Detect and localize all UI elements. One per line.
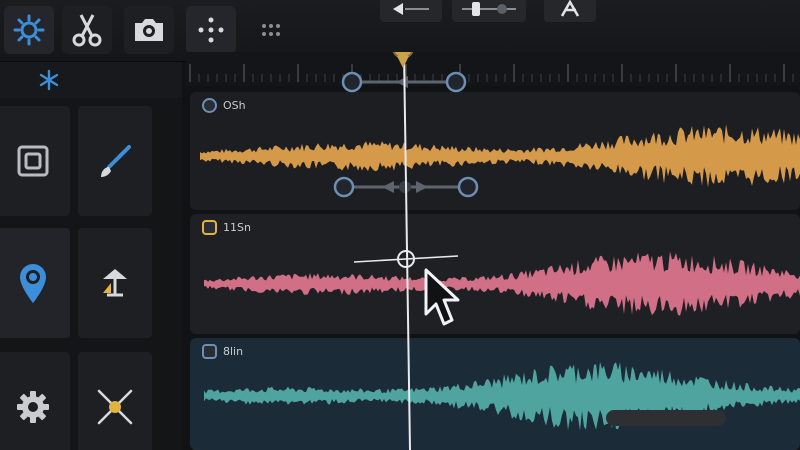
fader-icon [462,2,516,16]
edit-overlay [333,52,479,450]
location-pin-tool[interactable] [0,228,70,338]
camera-icon [135,19,163,41]
dots-tool-button[interactable] [246,6,296,54]
scissors-tool-button[interactable] [62,6,112,54]
frame-icon [17,145,49,177]
tool-panel [0,62,182,450]
frame-tool[interactable] [0,106,70,216]
gain-crosshair[interactable] [353,250,459,268]
sun-gear-icon [13,14,45,46]
sun-gear-tool-button[interactable] [4,6,54,54]
tool-panel-header [0,62,182,98]
gear-icon [17,391,49,423]
camera-tool-button[interactable] [124,6,174,54]
volume-slider-icon [393,3,429,15]
flag-icon [103,269,127,297]
logo-icon [560,0,580,17]
fader-control[interactable] [452,0,526,22]
grid-tool-button[interactable] [186,6,236,54]
playhead-marker[interactable] [392,52,414,68]
flag-tool[interactable] [78,228,152,338]
crossfade-tool[interactable] [78,352,152,450]
asterisk-icon[interactable] [38,69,60,91]
brush-tool[interactable] [78,106,152,216]
mouse-cursor-icon [424,268,460,326]
crossfade-icon [97,389,133,425]
brush-icon [101,145,131,177]
mixer-control[interactable] [544,0,596,22]
location-pin-icon [20,264,46,303]
dots-grid-icon [198,17,224,43]
volume-control[interactable] [380,0,442,22]
scissors-icon [72,14,102,47]
timeline: OSh 11Sn 8lin [186,52,800,450]
dots-icon [262,24,280,36]
settings-tool[interactable] [0,352,70,450]
